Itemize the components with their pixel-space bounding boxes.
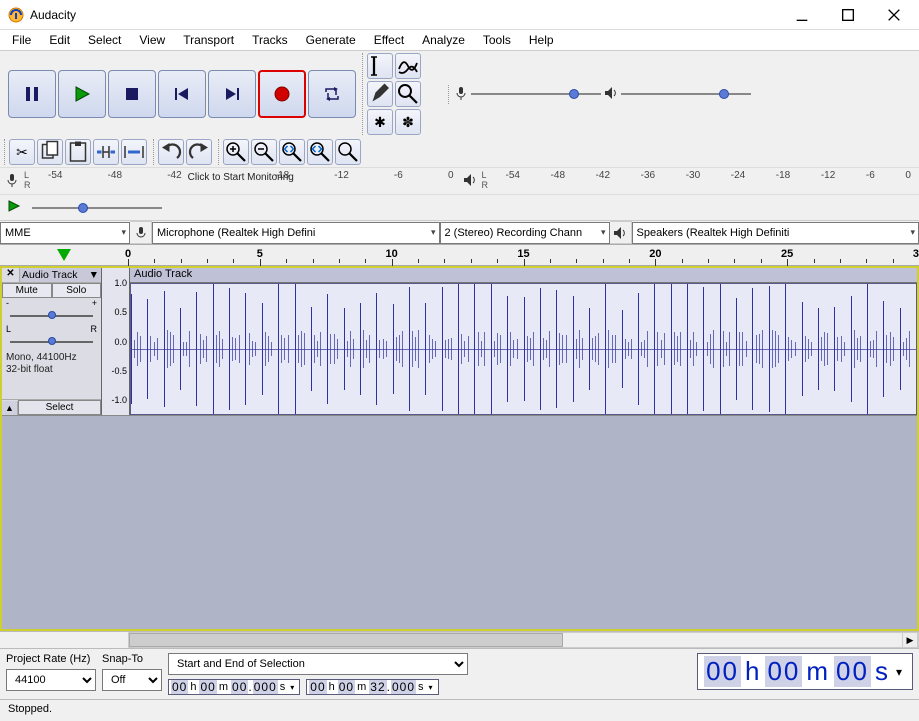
track-select-button[interactable]: Select: [18, 400, 101, 415]
maximize-button[interactable]: [825, 0, 871, 29]
waveform[interactable]: [130, 283, 917, 415]
edit-toolbar: ✂: [4, 139, 151, 165]
track-vertical-scale[interactable]: 1.0 0.5 0.0 -0.5 -1.0: [102, 268, 130, 415]
scroll-right-arrow[interactable]: ▶: [902, 633, 918, 647]
fit-project-button[interactable]: [307, 139, 333, 165]
menu-effect[interactable]: Effect: [366, 31, 412, 49]
project-rate-label: Project Rate (Hz): [6, 653, 96, 665]
playhead-pin-icon[interactable]: [57, 249, 71, 261]
playback-volume-slider[interactable]: [621, 87, 751, 101]
menu-tools[interactable]: Tools: [475, 31, 519, 49]
mic-icon: [130, 221, 152, 244]
chevron-down-icon: ▼: [89, 269, 99, 281]
zoom-toolbar: [218, 139, 365, 165]
snap-to-select[interactable]: Off: [102, 669, 162, 691]
selection-start-time[interactable]: 00h 00m 00. 000s▾: [168, 679, 300, 695]
playback-speed-slider[interactable]: [32, 201, 162, 215]
window-title: Audacity: [30, 8, 779, 22]
transport-toolbar: [4, 70, 360, 118]
selection-tool[interactable]: [367, 53, 393, 79]
skip-to-start-button[interactable]: [158, 70, 206, 118]
stop-button[interactable]: [108, 70, 156, 118]
menu-generate[interactable]: Generate: [298, 31, 364, 49]
selection-mode-select[interactable]: Start and End of Selection: [168, 653, 468, 675]
play-button[interactable]: [58, 70, 106, 118]
fit-selection-button[interactable]: [279, 139, 305, 165]
menu-transport[interactable]: Transport: [175, 31, 242, 49]
undo-button[interactable]: [158, 139, 184, 165]
mic-icon: [4, 172, 20, 191]
track-control-panel: ✕ Audio Track▼ Mute Solo -+ LR Mono, 441…: [2, 268, 102, 415]
solo-button[interactable]: Solo: [52, 283, 102, 298]
cut-button[interactable]: ✂: [9, 139, 35, 165]
tools-toolbar: ✱ ✽: [362, 53, 446, 135]
recording-meter[interactable]: LR -54-48-42 . -18-12-60 Click to Start …: [24, 170, 458, 192]
menu-select[interactable]: Select: [80, 31, 129, 49]
redo-button[interactable]: [186, 139, 212, 165]
recording-channels-select[interactable]: 2 (Stereo) Recording Chann: [440, 222, 610, 244]
track-close-button[interactable]: ✕: [2, 268, 20, 282]
zoom-tool[interactable]: [395, 81, 421, 107]
menu-view[interactable]: View: [131, 31, 173, 49]
menu-file[interactable]: File: [4, 31, 39, 49]
playback-meter[interactable]: LR -54-48-42-36-30-24-18-12-60: [482, 170, 916, 192]
playback-device-select[interactable]: Speakers (Realtek High Definiti: [632, 222, 919, 244]
track-gain-slider[interactable]: [2, 308, 101, 324]
zoom-out-button[interactable]: [251, 139, 277, 165]
mic-icon: [453, 85, 469, 104]
track-pan-slider[interactable]: [2, 334, 101, 350]
loop-button[interactable]: [308, 70, 356, 118]
clip-title[interactable]: Audio Track: [130, 268, 917, 283]
pause-button[interactable]: [8, 70, 56, 118]
selection-end-time[interactable]: 00h 00m 32. 000s▾: [306, 679, 438, 695]
draw-tool[interactable]: [367, 81, 393, 107]
minimize-button[interactable]: [779, 0, 825, 29]
timeline-ruler[interactable]: 051015202530: [128, 245, 919, 265]
timeshift-tool[interactable]: ✱: [367, 109, 393, 135]
track-collapse-button[interactable]: ▲: [2, 401, 18, 415]
track-menu-button[interactable]: Audio Track▼: [20, 268, 101, 282]
multi-tool[interactable]: ✽: [395, 109, 421, 135]
menubar: File Edit Select View Transport Tracks G…: [0, 30, 919, 50]
menu-edit[interactable]: Edit: [41, 31, 78, 49]
record-volume-slider[interactable]: [471, 87, 601, 101]
play-at-speed-button[interactable]: [6, 198, 22, 217]
monitor-hint[interactable]: Click to Start Monitoring: [188, 172, 294, 183]
track-format-info: Mono, 44100Hz 32-bit float: [2, 350, 101, 378]
project-rate-select[interactable]: 44100: [6, 669, 96, 691]
speaker-icon: [462, 172, 478, 191]
audio-position-time[interactable]: 00h 00m 00s▾: [697, 653, 913, 690]
record-button[interactable]: [258, 70, 306, 118]
record-meter-toolbar: [448, 85, 915, 104]
close-button[interactable]: [871, 0, 917, 29]
mute-button[interactable]: Mute: [2, 283, 52, 298]
speaker-icon: [610, 221, 632, 244]
audacity-logo-icon: [8, 7, 24, 23]
trim-button[interactable]: [93, 139, 119, 165]
status-bar: Stopped.: [0, 699, 919, 721]
undo-toolbar: [153, 139, 216, 165]
zoom-toggle-button[interactable]: [335, 139, 361, 165]
menu-help[interactable]: Help: [521, 31, 562, 49]
snap-to-label: Snap-To: [102, 653, 162, 665]
audio-host-select[interactable]: MME: [0, 222, 130, 244]
recording-device-select[interactable]: Microphone (Realtek High Defini: [152, 222, 440, 244]
silence-button[interactable]: [121, 139, 147, 165]
menu-analyze[interactable]: Analyze: [414, 31, 473, 49]
skip-to-end-button[interactable]: [208, 70, 256, 118]
paste-button[interactable]: [65, 139, 91, 165]
envelope-tool[interactable]: [395, 53, 421, 79]
zoom-in-button[interactable]: [223, 139, 249, 165]
horizontal-scrollbar[interactable]: ◀ ▶: [128, 632, 919, 648]
copy-button[interactable]: [37, 139, 63, 165]
menu-tracks[interactable]: Tracks: [244, 31, 296, 49]
speaker-icon: [603, 85, 619, 104]
